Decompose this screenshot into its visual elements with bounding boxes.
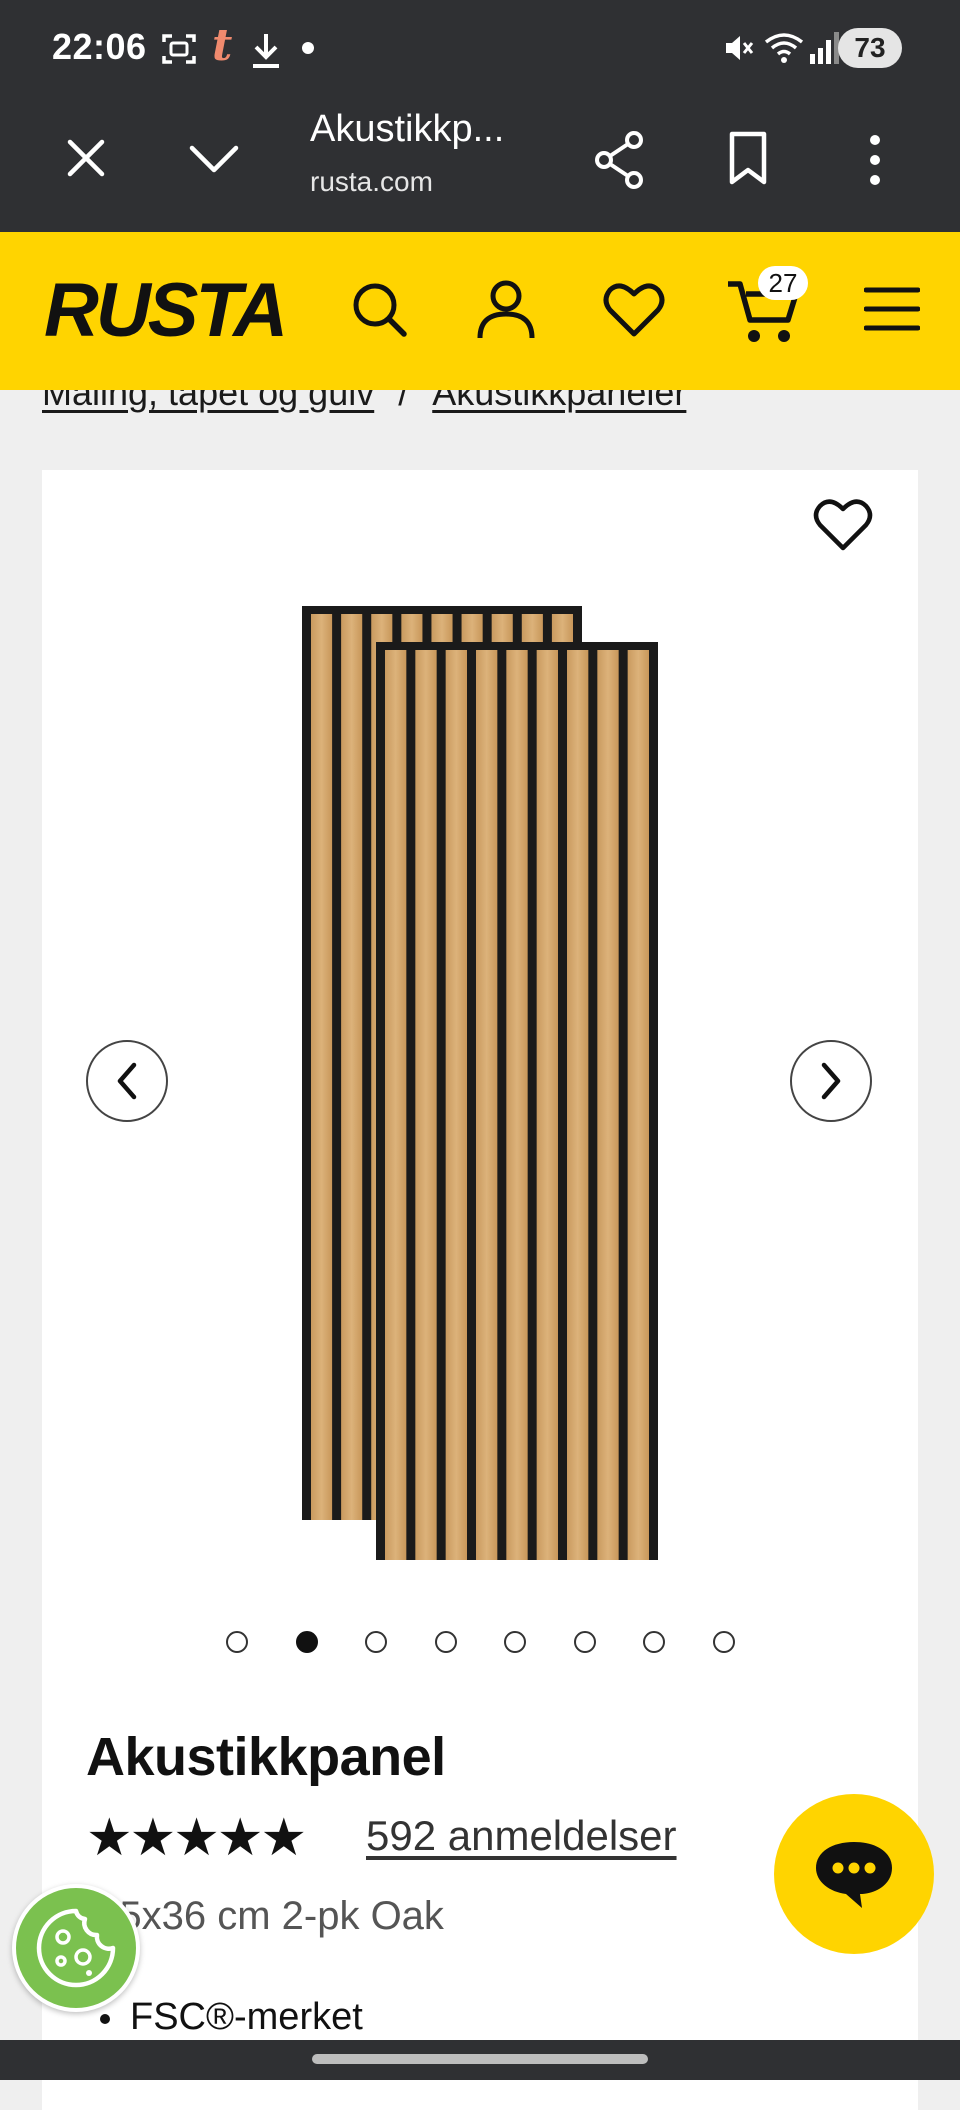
chevron-right-icon <box>821 1062 841 1100</box>
carousel-dot[interactable] <box>504 1631 526 1653</box>
url-text[interactable]: rusta.com <box>310 166 433 198</box>
home-handle[interactable] <box>312 2054 648 2064</box>
wood-slat <box>311 614 333 1520</box>
wifi-icon <box>764 33 804 63</box>
add-to-wishlist-heart-icon[interactable] <box>812 496 874 554</box>
wood-slat <box>445 650 467 1560</box>
carousel-dot[interactable] <box>434 1631 457 1653</box>
tab-title: Akustikkp... <box>310 108 505 150</box>
next-image-button[interactable] <box>790 1040 872 1122</box>
chat-bubble-icon <box>816 1842 892 1908</box>
product-image[interactable] <box>300 604 660 1564</box>
search-icon[interactable] <box>350 280 410 340</box>
site-header: RUSTA 27 <box>0 232 960 390</box>
wood-slat <box>506 650 528 1560</box>
carousel-dot[interactable] <box>365 1631 387 1653</box>
carousel-dot[interactable] <box>643 1631 665 1653</box>
chevron-left-icon <box>117 1062 137 1100</box>
bookmark-icon[interactable] <box>726 130 770 188</box>
cookie-settings-button[interactable] <box>12 1884 140 2012</box>
wood-slat <box>415 650 437 1560</box>
share-icon[interactable] <box>592 130 648 190</box>
tumblr-icon: t <box>212 20 233 71</box>
feature-list-item: FSC®-merket <box>100 1996 363 2039</box>
screenshot-icon <box>162 34 196 64</box>
notification-dot-icon <box>302 42 314 54</box>
bullet-icon <box>100 2013 110 2024</box>
menu-icon[interactable] <box>864 284 920 334</box>
carousel-dot[interactable] <box>295 1631 318 1653</box>
gesture-navigation-bar <box>0 2040 960 2080</box>
carousel-dot[interactable] <box>573 1631 596 1653</box>
wood-slat <box>385 650 407 1560</box>
wood-slat <box>476 650 498 1560</box>
cart-count-badge: 27 <box>758 266 808 300</box>
cookie-icon <box>36 1908 116 1988</box>
wood-slat <box>597 650 619 1560</box>
carousel-dot[interactable] <box>226 1631 248 1653</box>
rating-stars: ★★★★★ <box>86 1809 307 1867</box>
account-icon[interactable] <box>476 278 536 342</box>
wood-slat <box>627 650 649 1560</box>
mute-icon <box>726 36 754 60</box>
feature-text: FSC®-merket <box>130 1996 363 2038</box>
reviews-link[interactable]: 592 anmeldelser <box>366 1812 677 1860</box>
status-bar: 22:06 t 73 <box>0 0 960 100</box>
front-panel <box>376 642 658 1560</box>
download-icon <box>253 34 279 68</box>
battery-indicator: 73 <box>838 28 902 68</box>
wood-slat <box>341 614 363 1520</box>
product-variant: 7.5x36 cm 2-pk Oak <box>86 1894 444 1938</box>
close-icon[interactable] <box>64 136 108 180</box>
heart-icon[interactable] <box>602 280 666 340</box>
more-options-icon[interactable] <box>860 130 890 190</box>
wood-slat <box>567 650 589 1560</box>
chat-button[interactable] <box>774 1794 934 1954</box>
browser-toolbar: Akustikkp... rusta.com <box>0 100 960 232</box>
signal-icon <box>810 32 839 64</box>
carousel-dot[interactable] <box>712 1631 735 1653</box>
previous-image-button[interactable] <box>86 1040 168 1122</box>
status-time: 22:06 <box>52 26 147 67</box>
logo-text: RUSTA <box>44 270 285 350</box>
wood-slat <box>536 650 558 1560</box>
rusta-logo[interactable]: RUSTA <box>40 270 320 350</box>
chevron-down-icon[interactable] <box>188 140 240 176</box>
product-title: Akustikkpanel <box>86 1727 446 1787</box>
